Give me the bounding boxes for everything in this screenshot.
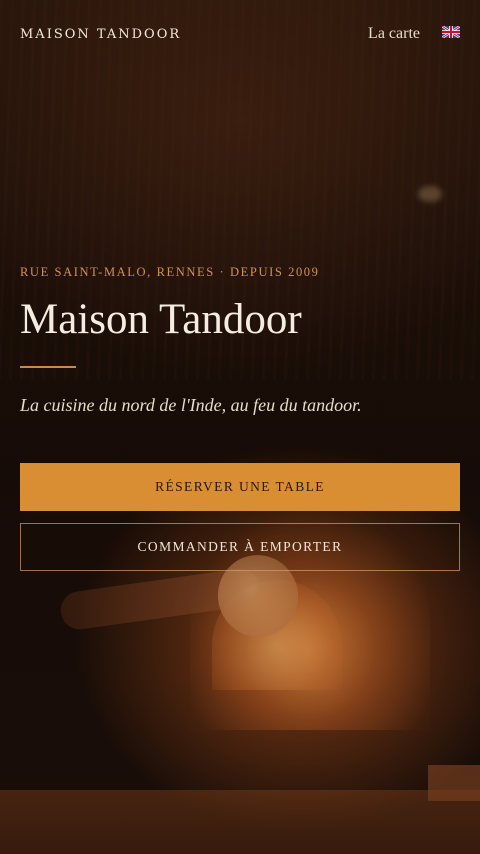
main-nav: La carte xyxy=(368,25,460,43)
page-title: Maison Tandoor xyxy=(20,296,302,343)
order-takeaway-button[interactable]: COMMANDER À EMPORTER xyxy=(20,523,460,571)
title-divider xyxy=(20,366,76,368)
reserve-table-button[interactable]: RÉSERVER UNE TABLE xyxy=(20,463,460,511)
top-navigation: MAISON TANDOOR La carte xyxy=(20,22,460,46)
location-kicker: RUE SAINT-MALO, RENNES · DEPUIS 2009 xyxy=(20,265,320,279)
background-overlay xyxy=(0,0,480,854)
hero-section: RUE SAINT-MALO, RENNES · DEPUIS 2009 Mai… xyxy=(20,265,460,416)
brand-logo[interactable]: MAISON TANDOOR xyxy=(20,27,181,42)
hero-tagline: La cuisine du nord de l'Inde, au feu du … xyxy=(20,395,362,415)
uk-flag-icon[interactable] xyxy=(442,26,460,38)
hero-background-image xyxy=(0,0,480,854)
menu-link[interactable]: La carte xyxy=(368,25,420,43)
